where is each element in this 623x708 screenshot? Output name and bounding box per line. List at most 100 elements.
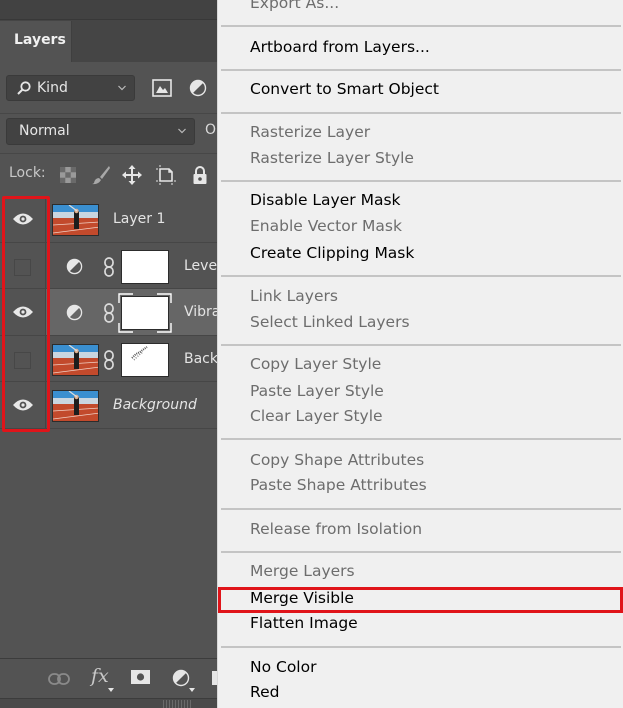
menu-separator	[221, 646, 621, 648]
layer-row[interactable]: Leve	[0, 242, 218, 289]
blend-mode-row: Normal O	[0, 113, 218, 149]
menu-item-no-color[interactable]: No Color	[250, 658, 316, 676]
menu-item-enable-vector-mask[interactable]: Enable Vector Mask	[250, 217, 402, 235]
layer-row-selected[interactable]: Vibra	[0, 289, 220, 336]
menu-item-disable-layer-mask[interactable]: Disable Layer Mask	[250, 191, 401, 209]
panel-resize-strip	[0, 698, 218, 708]
panel-top-strip	[0, 0, 218, 20]
lock-label: Lock:	[9, 165, 46, 181]
layer-row[interactable]: Back	[0, 335, 218, 382]
photo-thumbnail-image	[53, 205, 98, 235]
lock-row: Lock:	[0, 153, 218, 193]
layer-name[interactable]: Background	[113, 397, 197, 413]
visibility-toggle[interactable]	[0, 242, 46, 288]
menu-item-release-from-isolation[interactable]: Release from Isolation	[250, 520, 422, 538]
panel-tab-bar: Layers	[0, 20, 218, 62]
fx-dropdown-arrow-icon	[108, 688, 114, 692]
menu-separator	[221, 508, 621, 510]
visibility-toggle[interactable]	[0, 382, 46, 428]
filter-kind-select[interactable]: Kind	[6, 75, 135, 101]
lock-position-icon[interactable]	[122, 165, 142, 185]
layer-list: Layer 1 Leve Vibra Back Background	[0, 196, 220, 429]
menu-item-select-linked-layers[interactable]: Select Linked Layers	[250, 313, 410, 331]
layer-name[interactable]: Leve	[184, 258, 217, 274]
layer-filter-row: Kind	[0, 70, 218, 108]
chevron-down-icon	[178, 128, 186, 134]
menu-item-red[interactable]: Red	[250, 683, 279, 701]
lock-artboard-icon[interactable]	[156, 165, 176, 185]
menu-item-paste-shape-attributes[interactable]: Paste Shape Attributes	[250, 476, 427, 494]
menu-separator	[221, 112, 621, 114]
mask-link-icon[interactable]	[104, 349, 114, 370]
menu-separator	[221, 69, 621, 71]
mask-link-icon[interactable]	[104, 303, 114, 323]
link-layers-icon[interactable]	[48, 672, 70, 686]
visibility-hidden-box	[14, 258, 31, 276]
menu-item-copy-layer-style[interactable]: Copy Layer Style	[250, 355, 381, 373]
menu-separator	[221, 551, 621, 553]
menu-item-link-layers[interactable]: Link Layers	[250, 287, 338, 305]
visibility-toggle[interactable]	[0, 196, 46, 242]
visibility-toggle[interactable]	[0, 335, 46, 381]
layers-bottom-toolbar: fx	[0, 658, 218, 698]
blend-mode-value: Normal	[19, 123, 70, 139]
layer-mask-thumbnail[interactable]	[121, 342, 169, 377]
menu-item-rasterize-layer[interactable]: Rasterize Layer	[250, 123, 370, 141]
fx-icon[interactable]: fx	[91, 665, 109, 687]
chevron-down-icon	[118, 85, 126, 91]
photo-thumbnail-image	[53, 344, 98, 375]
image-filter-icon[interactable]	[152, 79, 172, 97]
menu-separator	[221, 344, 621, 346]
search-icon	[17, 81, 31, 95]
lock-transparent-pixels-icon[interactable]	[58, 165, 78, 185]
lock-image-pixels-icon[interactable]	[91, 165, 111, 185]
adjustment-filter-icon[interactable]	[189, 79, 207, 97]
filter-kind-value: Kind	[37, 80, 68, 96]
menu-separator	[221, 25, 621, 27]
annotation-merge-visible-highlight	[218, 587, 623, 613]
blend-mode-select[interactable]: Normal	[6, 118, 195, 145]
layer-name[interactable]: Back	[184, 351, 218, 367]
layer-context-menu: Export As... Artboard from Layers... Con…	[217, 0, 623, 708]
layer-thumbnail[interactable]	[52, 343, 99, 376]
menu-item-export-as[interactable]: Export As...	[250, 0, 339, 12]
tab-layers[interactable]: Layers	[0, 21, 72, 62]
layer-row[interactable]: Layer 1	[0, 196, 218, 243]
eye-icon	[13, 213, 33, 225]
menu-separator	[221, 180, 621, 182]
eye-icon	[13, 399, 33, 411]
mask-link-icon[interactable]	[104, 256, 114, 277]
menu-item-merge-layers[interactable]: Merge Layers	[250, 562, 355, 580]
layer-name[interactable]: Layer 1	[113, 211, 165, 227]
menu-item-copy-shape-attributes[interactable]: Copy Shape Attributes	[250, 451, 424, 469]
menu-item-clear-layer-style[interactable]: Clear Layer Style	[250, 407, 383, 425]
menu-item-paste-layer-style[interactable]: Paste Layer Style	[250, 382, 384, 400]
adjustment-layer-icon	[66, 304, 83, 321]
menu-item-rasterize-layer-style[interactable]: Rasterize Layer Style	[250, 149, 414, 167]
layers-panel: Layers Kind Normal O Lock: Layer 1 Leve …	[0, 0, 220, 708]
resize-grip[interactable]	[163, 700, 191, 708]
menu-item-convert-to-smart-object[interactable]: Convert to Smart Object	[250, 80, 439, 98]
visibility-hidden-box	[14, 351, 31, 369]
menu-item-flatten-image[interactable]: Flatten Image	[250, 614, 358, 632]
opacity-label: O	[205, 122, 217, 138]
menu-separator	[221, 438, 621, 440]
mask-selection-brackets	[118, 293, 172, 333]
adjustment-dropdown-arrow-icon	[189, 688, 195, 692]
visibility-toggle[interactable]	[0, 289, 46, 335]
menu-separator	[221, 275, 621, 277]
photo-thumbnail-image	[53, 391, 98, 421]
adjustment-layer-icon	[66, 258, 83, 274]
new-adjustment-icon[interactable]	[172, 669, 190, 687]
layer-row[interactable]: Background	[0, 382, 218, 429]
add-mask-icon[interactable]	[131, 670, 150, 684]
menu-item-create-clipping-mask[interactable]: Create Clipping Mask	[250, 244, 414, 262]
lock-all-icon[interactable]	[190, 165, 210, 185]
mask-strokes	[131, 345, 148, 361]
layer-thumbnail[interactable]	[52, 204, 99, 236]
layer-mask-thumbnail[interactable]	[121, 249, 169, 284]
layer-name[interactable]: Vibra	[184, 304, 220, 320]
layer-thumbnail[interactable]	[52, 390, 99, 422]
eye-icon	[13, 306, 33, 318]
menu-item-artboard-from-layers[interactable]: Artboard from Layers...	[250, 38, 430, 56]
